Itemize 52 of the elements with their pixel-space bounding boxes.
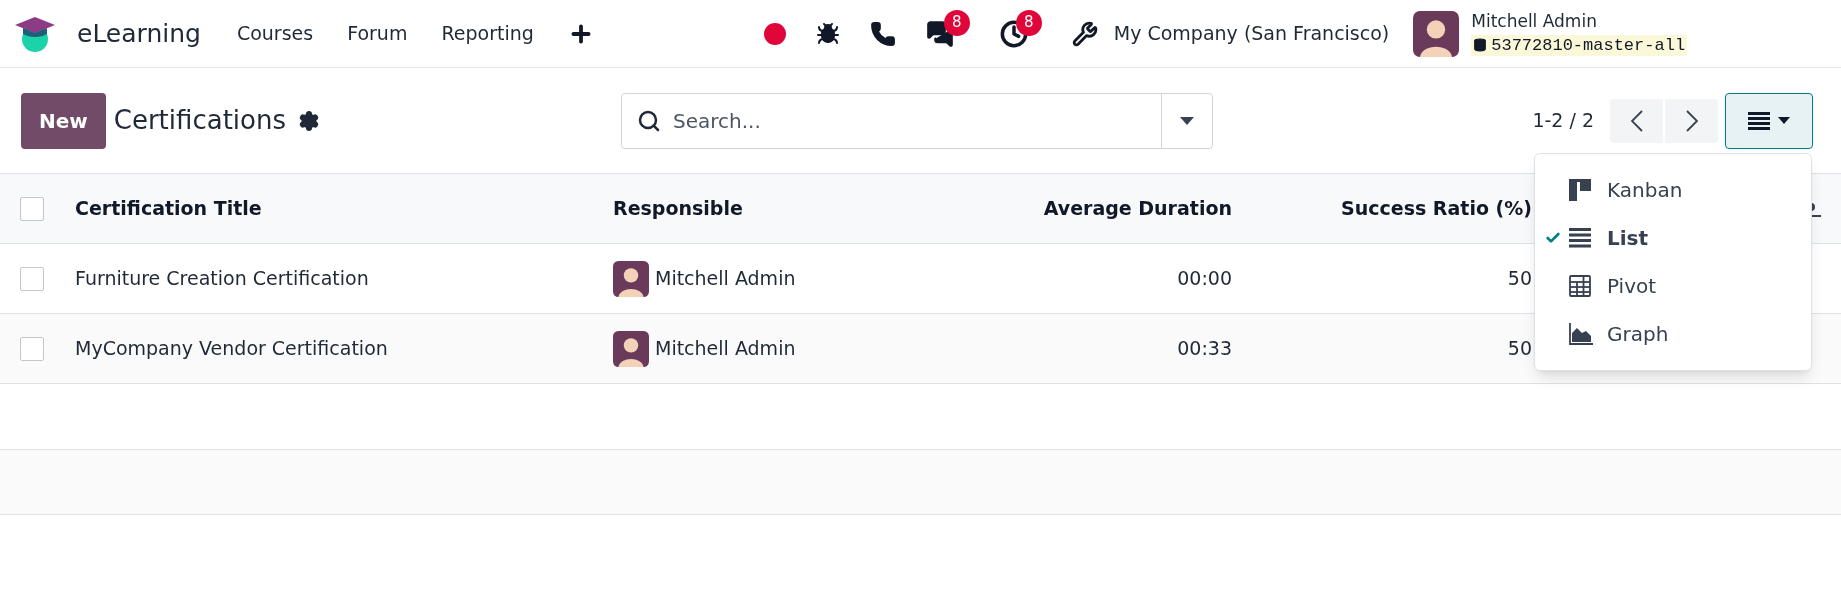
notification-badge: 8: [1015, 9, 1042, 36]
company-name[interactable]: My Company (San Francisco): [1113, 19, 1390, 48]
caret-icon: [1180, 116, 1194, 125]
search-field[interactable]: Search...: [673, 105, 1161, 136]
user-name[interactable]: Mitchell Admin: [1471, 11, 1688, 33]
column-header[interactable]: Average Duration: [1043, 197, 1232, 220]
checkbox[interactable]: [20, 266, 44, 291]
new-button[interactable]: New: [21, 92, 106, 149]
tools-icon[interactable]: [1071, 20, 1098, 47]
list-icon: [1748, 111, 1770, 130]
table-cell: 50: [1507, 337, 1532, 360]
pager-value[interactable]: 1-2 / 2: [1532, 106, 1594, 135]
table-cell: 00:00: [1177, 267, 1232, 290]
table-cell: MyCompany Vendor Certification: [75, 337, 388, 360]
chevron-right-icon: [1685, 109, 1698, 132]
column-header[interactable]: Certification Title: [75, 197, 262, 220]
table-cell-text: Mitchell Admin: [655, 336, 796, 362]
phone-icon[interactable]: [869, 20, 896, 47]
checkbox[interactable]: [20, 336, 44, 361]
checkmark-icon: [1545, 230, 1561, 246]
search-bar[interactable]: Search...: [621, 92, 1213, 149]
notification-badge: 8: [943, 9, 970, 36]
page-title: Certifications: [113, 104, 286, 137]
bug-icon[interactable]: [815, 21, 840, 46]
checkbox[interactable]: [20, 196, 44, 221]
avatar-icon: [613, 330, 649, 367]
list-icon: [1569, 228, 1591, 248]
table-grid-icon: [1569, 275, 1591, 297]
database-name: 53772810-master-all: [1491, 34, 1686, 56]
avatar-icon: [613, 260, 649, 297]
search-icon: [637, 108, 661, 133]
column-header[interactable]: Responsible: [613, 197, 743, 220]
avatar-icon: [1413, 10, 1460, 57]
menu-item[interactable]: Kanban: [1535, 166, 1811, 214]
table-cell-text: Mitchell Admin: [655, 266, 796, 292]
kanban-icon: [1569, 179, 1591, 201]
view-switcher-button[interactable]: [1725, 92, 1813, 149]
app-name[interactable]: eLearning: [77, 14, 201, 53]
menu-item[interactable]: Courses: [236, 19, 314, 48]
table-cell: 50: [1507, 267, 1532, 290]
menu-item[interactable]: Pivot: [1535, 262, 1811, 310]
table-cell: Furniture Creation Certification: [75, 267, 369, 290]
caret-icon: [1778, 117, 1790, 124]
table-cell: 00:33: [1177, 337, 1232, 360]
area-chart-icon: [1569, 323, 1593, 345]
previous-button[interactable]: [1610, 98, 1663, 143]
menu-item[interactable]: Reporting: [441, 19, 534, 48]
column-header[interactable]: Success Ratio (%): [1341, 197, 1532, 220]
menu-item[interactable]: Forum: [347, 19, 408, 48]
chat-icon[interactable]: [925, 19, 954, 48]
chevron-left-icon: [1630, 109, 1643, 132]
next-button[interactable]: [1665, 98, 1718, 143]
